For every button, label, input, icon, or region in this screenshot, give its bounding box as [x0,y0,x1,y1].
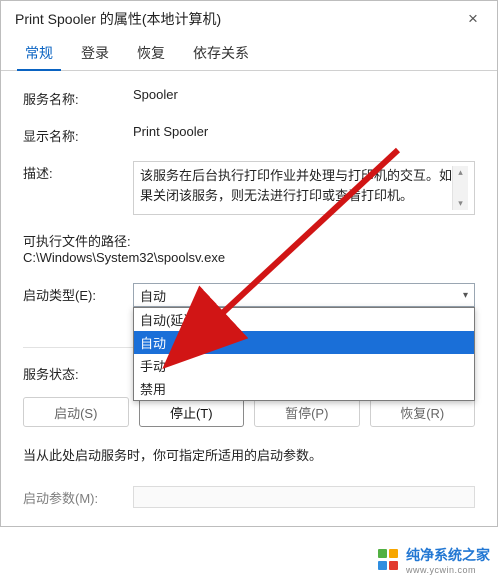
tab-label: 常规 [25,45,53,61]
chevron-up-icon[interactable]: ▴ [458,166,463,180]
properties-dialog: Print Spooler 的属性(本地计算机) × 常规 登录 恢复 依存关系… [0,0,498,527]
watermark-logo-icon [378,549,400,571]
dropdown-option-auto-delayed[interactable]: 自动(延迟启 [134,308,474,331]
exe-path-value: C:\Windows\System32\spoolsv.exe [23,250,475,265]
resume-button[interactable]: 恢复(R) [370,397,476,427]
description-label: 描述: [23,161,133,182]
startup-type-label: 启动类型(E): [23,283,133,304]
scrollbar[interactable]: ▴ ▾ [452,166,468,210]
tab-general[interactable]: 常规 [11,35,67,70]
button-label: 恢复(R) [400,403,444,422]
button-label: 停止(T) [170,403,213,422]
service-name-label: 服务名称: [23,87,133,108]
exe-path-label: 可执行文件的路径: [23,231,475,250]
start-params-input [133,486,475,508]
chevron-down-icon: ▾ [463,290,468,301]
start-params-label: 启动参数(M): [23,488,133,507]
close-icon[interactable]: × [455,9,491,29]
service-name-value: Spooler [133,87,475,102]
service-status-label: 服务状态: [23,362,133,383]
display-name-label: 显示名称: [23,124,133,145]
titlebar: Print Spooler 的属性(本地计算机) × [1,1,497,35]
startup-type-dropdown: 自动(延迟启 自动 手动 禁用 [133,307,475,401]
startup-type-value: 自动 [140,286,166,305]
watermark-brand: 纯净系统之家 [406,545,490,565]
tab-label: 登录 [81,45,109,61]
start-button[interactable]: 启动(S) [23,397,129,427]
tab-label: 恢复 [137,45,165,61]
dropdown-option-disabled[interactable]: 禁用 [134,377,474,400]
startup-type-select[interactable]: 自动 ▾ [133,283,475,307]
tab-logon[interactable]: 登录 [67,35,123,70]
chevron-down-icon[interactable]: ▾ [458,197,463,211]
pause-button[interactable]: 暂停(P) [254,397,360,427]
tab-strip: 常规 登录 恢复 依存关系 [1,35,497,71]
stop-button[interactable]: 停止(T) [139,397,245,427]
start-note: 当从此处启动服务时，你可指定所适用的启动参数。 [23,445,475,464]
tab-label: 依存关系 [193,45,249,61]
button-label: 暂停(P) [285,403,328,422]
watermark-url: www.ycwin.com [406,565,490,575]
tab-dependencies[interactable]: 依存关系 [179,35,263,70]
button-label: 启动(S) [54,403,97,422]
watermark: 纯净系统之家 www.ycwin.com [374,543,494,577]
dropdown-option-auto[interactable]: 自动 [134,331,474,354]
dropdown-option-manual[interactable]: 手动 [134,354,474,377]
description-box: 该服务在后台执行打印作业并处理与打印机的交互。如果关闭该服务，则无法进行打印或查… [133,161,475,215]
description-text: 该服务在后台执行打印作业并处理与打印机的交互。如果关闭该服务，则无法进行打印或查… [140,166,452,205]
tab-content-general: 服务名称: Spooler 显示名称: Print Spooler 描述: 该服… [1,71,497,526]
window-title: Print Spooler 的属性(本地计算机) [15,9,221,29]
display-name-value: Print Spooler [133,124,475,139]
tab-recovery[interactable]: 恢复 [123,35,179,70]
